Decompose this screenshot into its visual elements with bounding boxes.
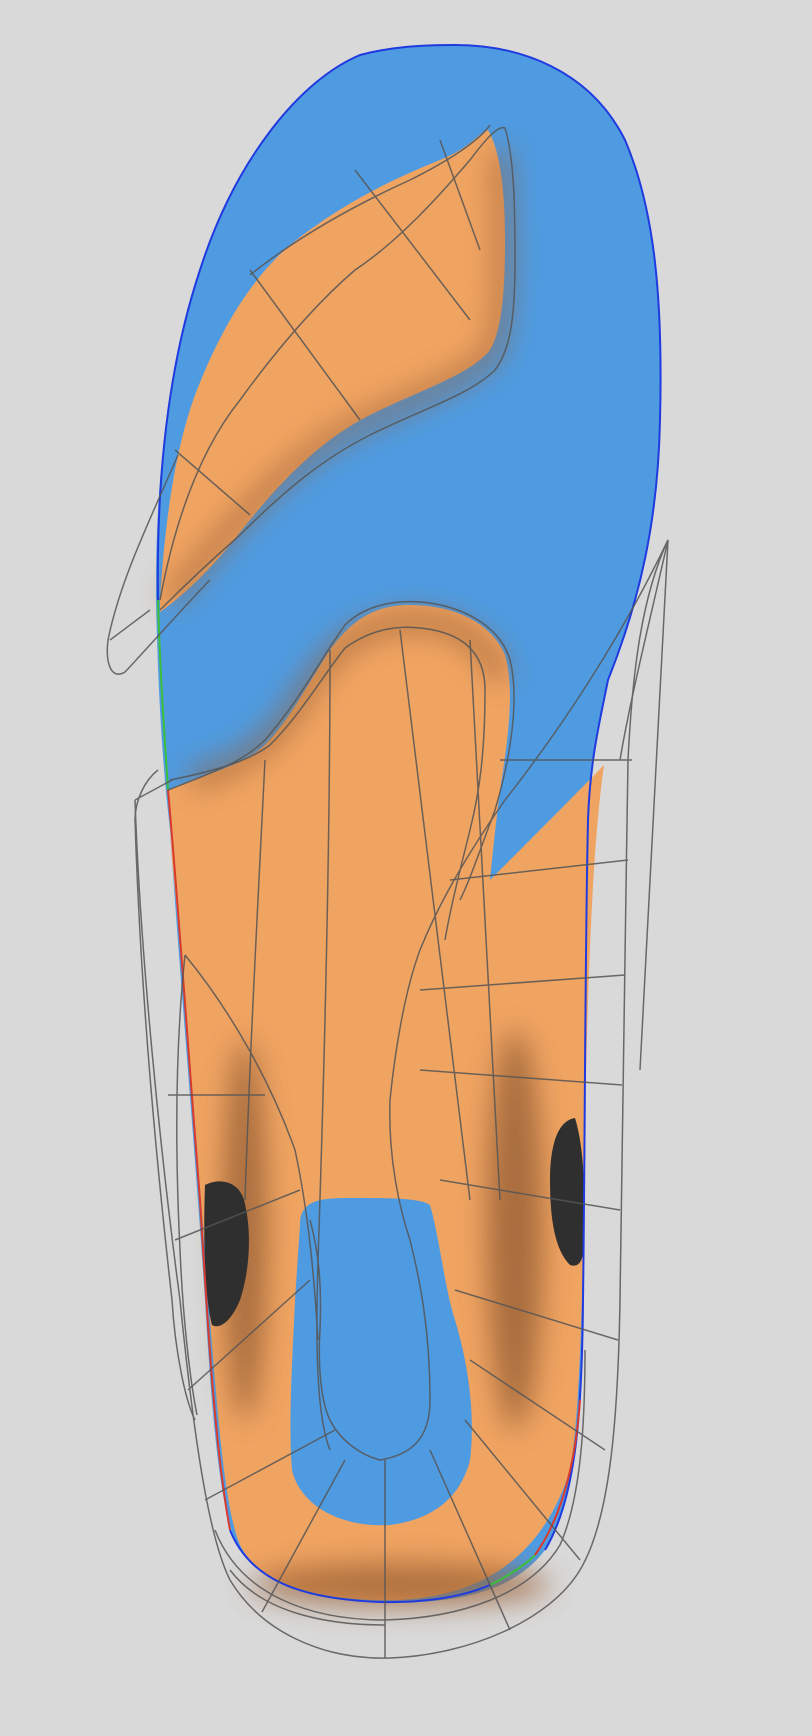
insole-viewport[interactable] [0,0,812,1736]
insole-canvas[interactable] [0,0,812,1736]
